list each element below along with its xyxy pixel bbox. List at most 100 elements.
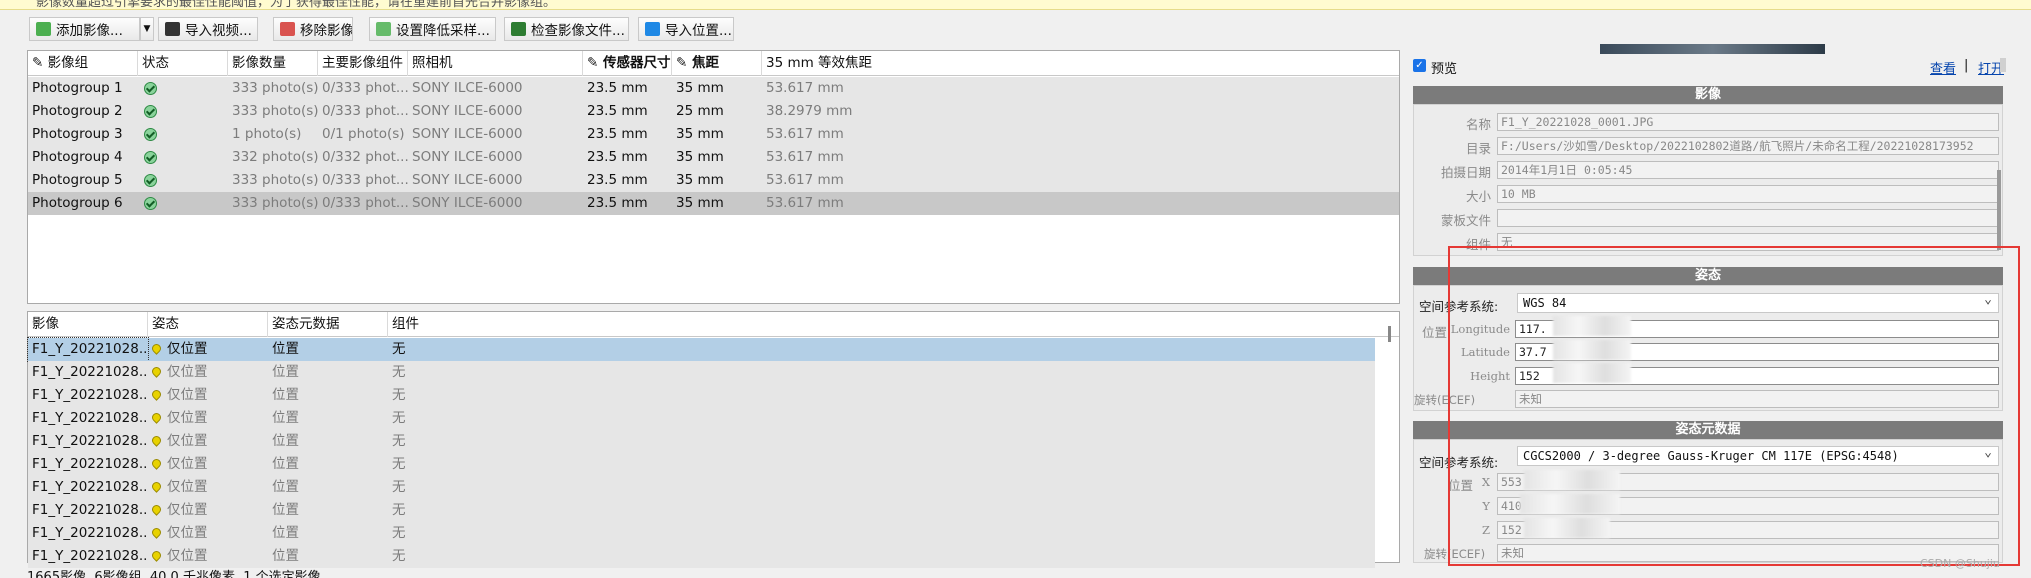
photogroup-row[interactable]: Photogroup 4 332 photo(s) 0/332 phot... SON…: [28, 146, 1399, 169]
size-label: 大小: [1465, 189, 1491, 204]
column-35mm-focal[interactable]: 35 mm 等效焦距: [762, 51, 1062, 76]
pose-text: 仅位置: [167, 341, 208, 357]
cell-meta: 位置: [272, 410, 299, 426]
photogroup-row[interactable]: Photogroup 1 333 photo(s) 0/333 phot... SON…: [28, 77, 1399, 100]
highlight-annotation-box: [1448, 246, 2020, 566]
cell-name: Photogroup 6: [32, 195, 123, 211]
cell-sensor: 23.5 mm: [587, 172, 648, 188]
image-section-scrollbar[interactable]: [1997, 170, 2001, 250]
cell-eq: 38.2979 mm: [766, 103, 853, 119]
downsample-button[interactable]: 设置降低采样...: [369, 17, 496, 41]
panel-scrollbar[interactable]: [2000, 58, 2006, 72]
photogroup-row[interactable]: Photogroup 3 1 photo(s) 0/1 photo(s) SONY I…: [28, 123, 1399, 146]
import-positions-button[interactable]: 导入位置...: [638, 17, 734, 41]
cell-main: 0/333 phot...: [322, 195, 408, 211]
column-photo[interactable]: 影像: [28, 312, 148, 337]
cell-eq: 53.617 mm: [766, 195, 844, 211]
cell-count: 332 photo(s): [232, 149, 318, 165]
add-photos-button[interactable]: 添加影像...: [29, 17, 140, 41]
cell-pose: 仅位置: [148, 545, 268, 568]
cell-eq: 53.617 mm: [766, 149, 844, 165]
column-component[interactable]: 组件: [388, 312, 508, 337]
preview-label: 预览: [1431, 62, 1458, 77]
column-sensor-size[interactable]: ✎ 传感器尺寸: [583, 51, 672, 76]
status-ok-icon: [140, 77, 228, 100]
view-link[interactable]: 查看: [1930, 58, 1956, 77]
photo-row[interactable]: F1_Y_20221028... 仅位置 位置 无: [28, 499, 1375, 522]
photogroups-table: ✎ 影像组 状态 影像数量 主要影像组件 照相机 ✎ 传感器尺寸 ✎ 焦距 35…: [27, 50, 1400, 304]
preview-checkbox[interactable]: ✓: [1413, 59, 1426, 72]
photo-row[interactable]: F1_Y_20221028... 仅位置 位置 无: [28, 522, 1375, 545]
position-pin-icon: [150, 411, 163, 424]
cell-main: 0/333 phot...: [322, 172, 408, 188]
cell-eq: 53.617 mm: [766, 172, 844, 188]
mask-label: 蒙板文件: [1440, 213, 1491, 228]
cell-camera: SONY ILCE-6000: [412, 103, 523, 119]
cell-focal: 35 mm: [676, 195, 724, 211]
pose-text: 仅位置: [167, 410, 208, 426]
photogroup-row[interactable]: Photogroup 2 333 photo(s) 0/333 phot... SON…: [28, 100, 1399, 123]
column-camera[interactable]: 照相机: [408, 51, 583, 76]
import-positions-icon: [645, 22, 660, 36]
downsample-icon: [376, 22, 391, 36]
status-ok-icon: [140, 146, 228, 169]
photos-header: 影像 姿态 姿态元数据 组件: [28, 312, 1399, 337]
cell-name: Photogroup 3: [32, 126, 123, 142]
remove-photos-button[interactable]: 移除影像: [273, 17, 353, 41]
watermark: CSDN @Shujiu: [1920, 557, 2000, 570]
photo-row[interactable]: F1_Y_20221028... 仅位置 位置 无: [28, 361, 1375, 384]
cell-meta: 位置: [272, 456, 299, 472]
cell-camera: SONY ILCE-6000: [412, 149, 523, 165]
photogroups-header: ✎ 影像组 状态 影像数量 主要影像组件 照相机 ✎ 传感器尺寸 ✎ 焦距 35…: [28, 51, 1399, 76]
column-status[interactable]: 状态: [138, 51, 228, 76]
status-bar: 1665影像, 6影像组, 40.0 千兆像素, 1 个选定影像: [27, 570, 321, 578]
cell-pose: 仅位置: [148, 361, 268, 384]
column-focal-length[interactable]: ✎ 焦距: [672, 51, 762, 76]
cell-main: 0/1 photo(s): [322, 126, 405, 142]
photo-row[interactable]: F1_Y_20221028... 仅位置 位置 无: [28, 476, 1375, 499]
cell-pose: 仅位置: [148, 522, 268, 545]
date-field: 2014年1月1日 0:05:45: [1497, 161, 1999, 179]
cell-focal: 25 mm: [676, 103, 724, 119]
cell-eq: 53.617 mm: [766, 126, 844, 142]
cell-photo-name: F1_Y_20221028...: [32, 548, 148, 564]
column-main-component[interactable]: 主要影像组件: [318, 51, 408, 76]
photos-scrollbar-thumb[interactable]: [1388, 326, 1391, 342]
column-photogroup[interactable]: ✎ 影像组: [28, 51, 138, 76]
pose-text: 仅位置: [167, 364, 208, 380]
cell-focal: 35 mm: [676, 80, 724, 96]
photo-row[interactable]: F1_Y_20221028... 仅位置 位置 无: [28, 384, 1375, 407]
check-files-button[interactable]: 检查影像文件...: [504, 17, 629, 41]
cell-focal: 35 mm: [676, 172, 724, 188]
photo-row[interactable]: F1_Y_20221028... 仅位置 位置 无: [28, 545, 1375, 568]
cell-count: 333 photo(s): [232, 195, 318, 211]
cell-meta: 位置: [272, 387, 299, 403]
cell-focal: 35 mm: [676, 126, 724, 142]
cell-comp: 无: [392, 410, 406, 426]
cell-comp: 无: [392, 433, 406, 449]
column-photo-count[interactable]: 影像数量: [228, 51, 318, 76]
cell-camera: SONY ILCE-6000: [412, 195, 523, 211]
mask-field: [1497, 209, 1999, 227]
photo-row[interactable]: F1_Y_20221028... 仅位置 位置 无: [28, 453, 1375, 476]
photo-row[interactable]: F1_Y_20221028... 仅位置 位置 无: [28, 430, 1375, 453]
column-pose-metadata[interactable]: 姿态元数据: [268, 312, 388, 337]
cell-photo-name: F1_Y_20221028...: [32, 479, 148, 495]
photo-row[interactable]: F1_Y_20221028... 仅位置 位置 无: [27, 337, 1375, 362]
cell-photo-name: F1_Y_20221028...: [32, 387, 148, 403]
column-pose[interactable]: 姿态: [148, 312, 268, 337]
photogroup-row[interactable]: Photogroup 6 333 photo(s) 0/333 phot... SON…: [28, 192, 1399, 215]
cell-photo-name: F1_Y_20221028...: [27, 337, 149, 362]
add-photos-dropdown[interactable]: ▼: [140, 17, 154, 41]
status-ok-icon: [140, 192, 228, 215]
position-pin-icon: [150, 342, 163, 355]
cell-pose: 仅位置: [148, 384, 268, 407]
image-section-header: 影像: [1413, 86, 2003, 104]
size-field: 10 MB: [1497, 185, 1999, 203]
cell-count: 333 photo(s): [232, 172, 318, 188]
photogroup-row[interactable]: Photogroup 5 333 photo(s) 0/333 phot... SON…: [28, 169, 1399, 192]
photo-row[interactable]: F1_Y_20221028... 仅位置 位置 无: [28, 407, 1375, 430]
pose-text: 仅位置: [167, 433, 208, 449]
import-video-button[interactable]: 导入视频...: [158, 17, 258, 41]
cell-photo-name: F1_Y_20221028...: [32, 456, 148, 472]
